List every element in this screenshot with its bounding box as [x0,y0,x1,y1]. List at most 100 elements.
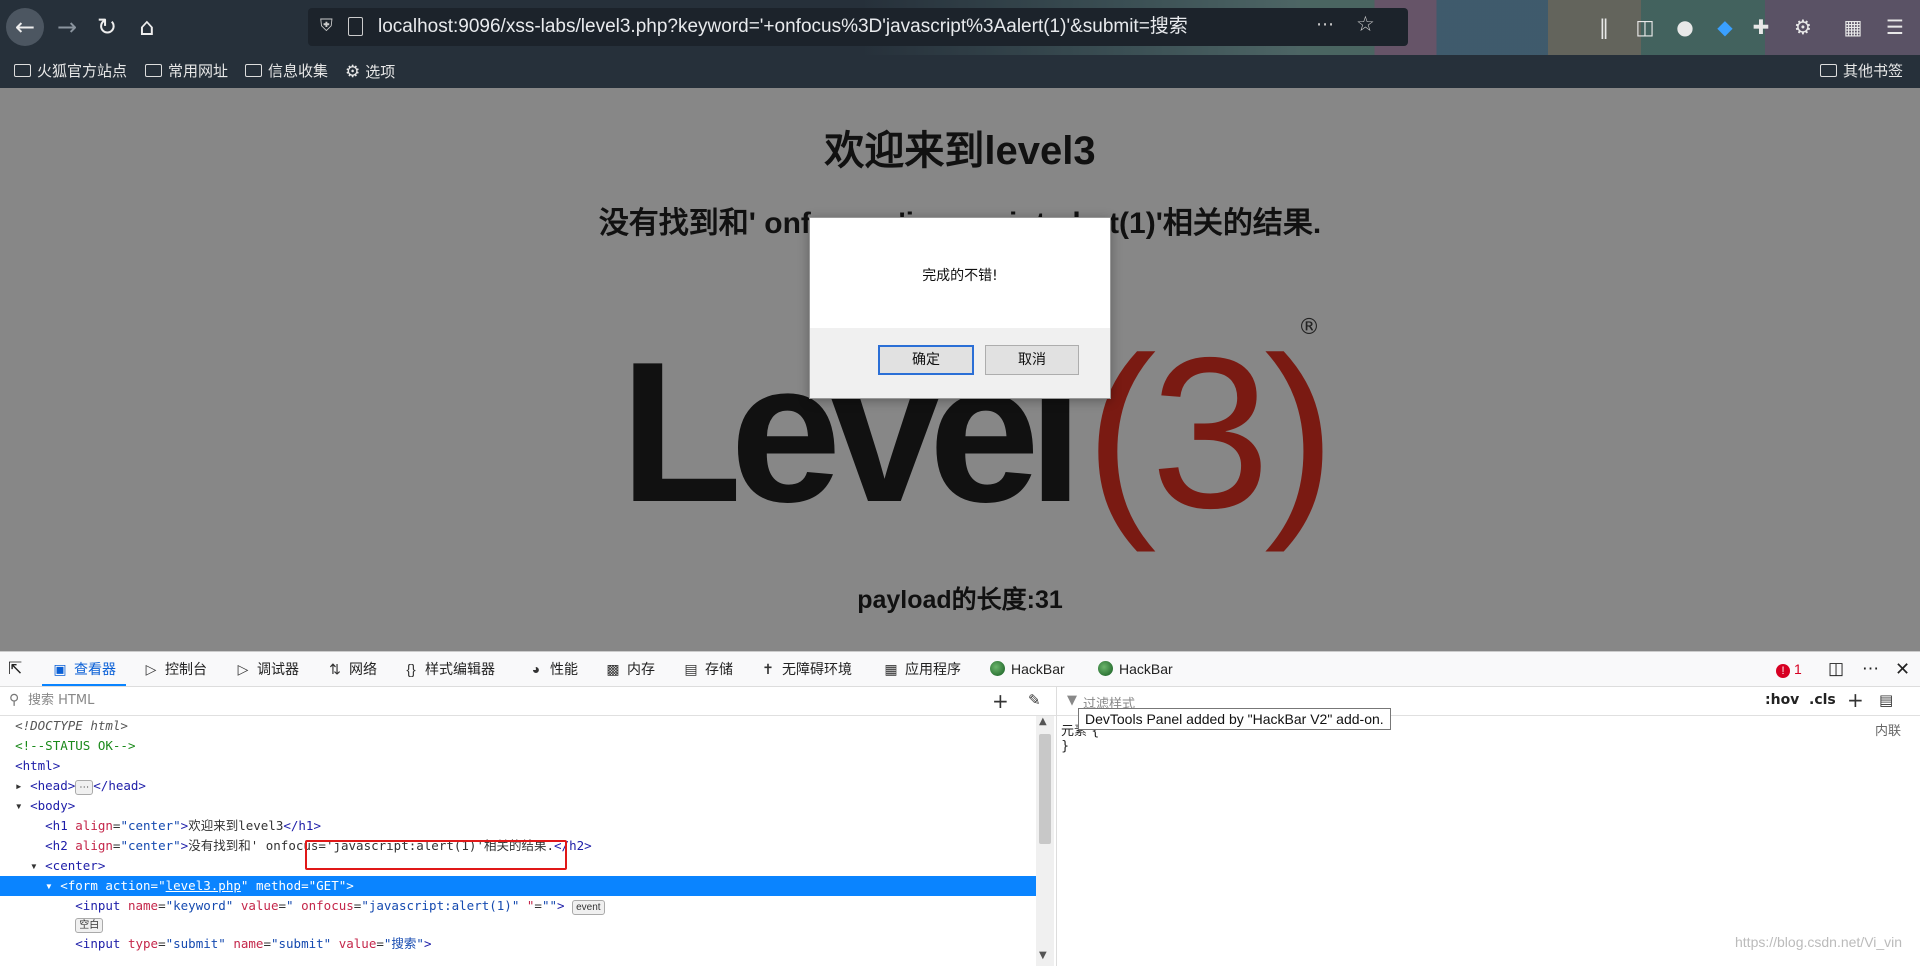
puzzle-extension-icon[interactable]: ✚ [1748,14,1774,40]
bookmark-options[interactable]: ⚙ 选项 [345,55,395,88]
bookmark-folder-firefox[interactable]: 火狐官方站点 [14,55,127,88]
url-text[interactable]: localhost:9096/xss-labs/level3.php?keywo… [378,8,1188,46]
html-search-bar[interactable]: ⚲ 搜索 HTML + ✎ [0,687,1056,716]
ok-button[interactable]: 确定 [878,345,974,375]
dialog-message: 完成的不错! [922,268,998,284]
grid-extension-icon[interactable]: ▦ [1840,14,1866,40]
folder-icon [145,64,162,77]
hackbar-icon [1098,661,1113,676]
tab-label: 内存 [627,661,655,677]
console-icon: ▷ [145,661,157,677]
scroll-down-icon[interactable]: ▼ [1039,950,1047,961]
tab-debugger[interactable]: ▷ 调试器 [235,652,299,686]
tab-label: HackBar [1119,661,1173,677]
tree-node-input-submit[interactable]: <input type="submit" name="submit" value… [0,934,1036,954]
tree-node-input-keyword[interactable]: <input name="keyword" value=" onfocus="j… [0,896,1036,916]
tab-label: HackBar [1011,661,1065,677]
tab-memory[interactable]: ▩ 内存 [605,652,655,686]
scroll-thumb[interactable] [1039,734,1051,844]
tab-label: 查看器 [74,661,116,677]
whitespace-badge: 空白 [75,918,104,933]
url-bar[interactable]: ⛨ localhost:9096/xss-labs/level3.php?key… [308,8,1408,46]
account-icon[interactable]: ● [1672,14,1698,40]
tab-hackbar-2[interactable]: HackBar [1098,652,1173,686]
reload-button[interactable]: ↻ [88,8,126,46]
gauge-icon: ◕ [531,661,541,677]
tree-node-whitespace[interactable]: 空白 [0,914,1036,934]
hackbar-icon [990,661,1005,676]
tree-node-html[interactable]: <html> [0,756,1036,776]
tree-node-h1[interactable]: <h1 align="center">欢迎来到level3</h1> [0,816,1036,836]
tab-performance[interactable]: ◕ 性能 [528,652,578,686]
tree-node-body[interactable]: ▾ <body> [0,796,1036,816]
markup-scrollbar[interactable]: ▲ ▼ [1036,716,1054,966]
hamburger-menu-icon[interactable]: ☰ [1882,14,1908,40]
tree-node-comment[interactable]: <!--STATUS OK--> [0,736,1036,756]
inspector-icon: ▣ [53,661,67,677]
tab-console[interactable]: ▷ 控制台 [143,652,207,686]
debugger-icon: ▷ [237,661,249,677]
other-bookmarks[interactable]: 其他书签 [1820,55,1903,88]
bookmark-folder-info[interactable]: 信息收集 [245,55,328,88]
tab-storage[interactable]: ▤ 存储 [683,652,733,686]
tab-style-editor[interactable]: {} 样式编辑器 [403,652,495,686]
tree-node-form-selected[interactable]: ▾ <form action="level3.php" method="GET"… [0,876,1036,896]
event-badge[interactable]: event [572,900,605,915]
tab-label: 无障碍环境 [782,661,852,677]
page-icon [348,17,363,36]
more-options-icon[interactable]: ⋯ [1862,652,1879,686]
add-rule-icon[interactable]: + [1847,688,1864,712]
print-media-icon[interactable]: ▤ [1879,691,1893,709]
devtools-tabbar: ⇱ ▣ 查看器 ▷ 控制台 ▷ 调试器 ⇅ 网络 {} 样式编辑器 ◕ 性能 ▩ 内存 ▤ 存储… [0,652,1920,687]
tab-network[interactable]: ⇅ 网络 [327,652,377,686]
tab-label: 样式编辑器 [425,661,495,677]
tab-label: 网络 [349,661,377,677]
tree-node-head[interactable]: ▸ <head> ⋯ </head> [0,776,1036,796]
error-count[interactable]: ! 1 [1776,652,1802,686]
hov-button[interactable]: :hov [1765,692,1799,708]
accessibility-icon: ✝ [762,661,774,677]
gear-icon[interactable]: ⚙ [1790,14,1816,40]
search-icon: ⚲ [9,692,20,708]
html-search-input[interactable]: 搜索 HTML [28,687,94,715]
bookmark-label: 其他书签 [1843,63,1904,80]
bookmark-label: 信息收集 [268,63,329,80]
bookmark-label: 常用网址 [168,63,229,80]
payload-length: payload的长度:31 [857,586,1063,614]
extension-icon[interactable]: ◆ [1712,14,1738,40]
error-count-text: 1 [1794,661,1802,677]
bookmarks-toolbar: 火狐官方站点 常用网址 信息收集 ⚙ 选项 其他书签 [0,55,1920,88]
bookmark-star-icon[interactable]: ☆ [1356,12,1375,36]
library-icon[interactable]: ‖ [1591,14,1617,40]
back-button[interactable]: ← [6,8,44,46]
cls-button[interactable]: .cls [1809,692,1836,708]
forward-button[interactable]: → [48,8,86,46]
tab-application[interactable]: ▦ 应用程序 [883,652,961,686]
dock-icon[interactable]: ◫ [1828,652,1844,686]
markup-panel: ⚲ 搜索 HTML + ✎ <!DOCTYPE html> <!--STATUS… [0,687,1057,966]
logo-number: (3) [1085,312,1336,553]
tab-inspector[interactable]: ▣ 查看器 [42,652,126,686]
close-icon[interactable]: ✕ [1895,652,1910,686]
network-icon: ⇅ [329,661,341,677]
filter-icon: ▼ [1067,693,1077,708]
braces-icon: {} [406,661,416,677]
shield-icon[interactable]: ⛨ [320,16,333,36]
tab-accessibility[interactable]: ✝ 无障碍环境 [760,652,852,686]
scroll-up-icon[interactable]: ▲ [1039,716,1047,727]
tab-label: 控制台 [165,661,207,677]
add-node-icon[interactable]: + [992,689,1009,713]
inline-label: 内联 [1875,724,1902,739]
home-button[interactable]: ⌂ [128,8,166,46]
bookmark-folder-common[interactable]: 常用网址 [145,55,228,88]
page-actions-icon[interactable]: ⋯ [1316,14,1334,35]
watermark: https://blog.csdn.net/Vi_vin [1735,934,1903,950]
sidebar-icon[interactable]: ◫ [1632,14,1658,40]
tab-label: 性能 [550,661,578,677]
eyedropper-icon[interactable]: ✎ [1028,691,1041,709]
tree-node-doctype[interactable]: <!DOCTYPE html> [0,716,1036,736]
page-title: 欢迎来到level3 [824,129,1096,173]
cancel-button[interactable]: 取消 [985,345,1079,375]
tab-hackbar[interactable]: HackBar [990,652,1065,686]
element-picker-icon[interactable]: ⇱ [8,652,22,686]
